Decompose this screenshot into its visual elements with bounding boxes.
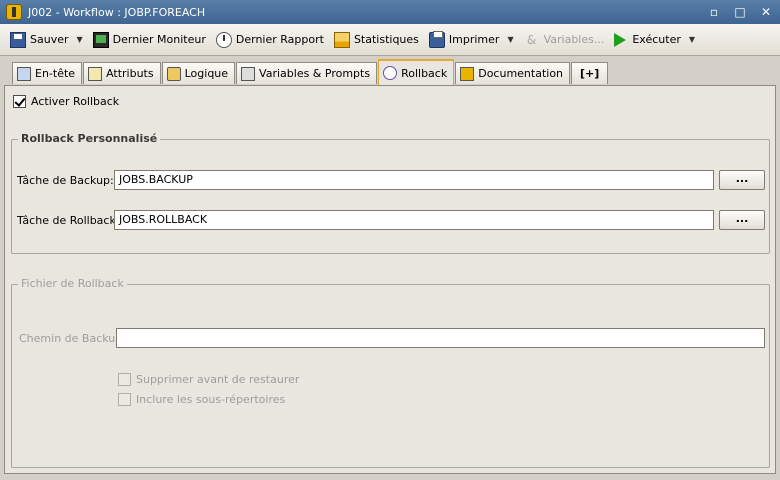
tab-rollback-label: Rollback <box>401 66 448 80</box>
window-controls: ▫ □ ✕ <box>706 4 774 20</box>
backup-path-input[interactable] <box>116 328 765 348</box>
statistics-button[interactable]: Statistiques <box>330 28 423 52</box>
tab-variables-prompts[interactable]: Variables & Prompts <box>236 62 378 84</box>
enable-rollback-checkbox[interactable] <box>13 95 26 108</box>
backup-browse-button[interactable]: ... <box>719 170 765 190</box>
delete-before-restore-checkbox[interactable] <box>118 373 131 386</box>
rollback-browse-button[interactable]: ... <box>719 210 765 230</box>
play-icon <box>614 32 627 47</box>
custom-rollback-legend: Rollback Personnalisé <box>18 132 161 145</box>
variables-icon: & <box>526 32 537 47</box>
delete-before-restore-label: Supprimer avant de restaurer <box>136 373 300 386</box>
print-label: Imprimer <box>448 33 500 46</box>
minimize-button[interactable]: ▫ <box>706 4 722 20</box>
attributes-icon <box>88 66 103 81</box>
tab-logic[interactable]: Logique <box>161 62 236 84</box>
add-tab-icon: [+] <box>580 67 600 80</box>
enable-rollback-label: Activer Rollback <box>31 95 120 108</box>
last-report-button[interactable]: Dernier Rapport <box>212 28 328 52</box>
header-icon <box>17 66 31 81</box>
variables-label: Variables... <box>543 33 605 46</box>
last-report-label: Dernier Rapport <box>235 33 324 46</box>
tab-documentation-label: Documentation <box>478 67 564 80</box>
tab-header-label: En-tête <box>35 67 76 80</box>
save-label: Sauver <box>30 33 69 46</box>
print-dropdown-arrow[interactable]: ▼ <box>507 35 513 44</box>
tab-bar: En-tête Attributs Logique Variables & Pr… <box>0 56 780 85</box>
printer-icon <box>428 30 445 48</box>
custom-rollback-group: Rollback Personnalisé Tâche de Backup: J… <box>11 132 770 254</box>
execute-label: Exécuter <box>632 33 681 46</box>
app-icon <box>6 4 22 20</box>
close-button[interactable]: ✕ <box>758 4 774 20</box>
execute-dropdown-arrow[interactable]: ▼ <box>689 35 695 44</box>
report-icon <box>215 31 232 48</box>
statistics-icon <box>333 31 350 48</box>
tab-documentation[interactable]: Documentation <box>455 62 571 84</box>
maximize-button[interactable]: □ <box>732 4 748 20</box>
title-bar: J002 - Workflow : JOBP.FOREACH ▫ □ ✕ <box>0 0 780 24</box>
backup-task-label: Tâche de Backup: <box>17 174 114 187</box>
logic-icon <box>166 66 181 81</box>
rollback-task-label: Tâche de Rollback: <box>17 214 120 227</box>
print-button[interactable]: Imprimer <box>425 28 504 52</box>
window-title: J002 - Workflow : JOBP.FOREACH <box>28 5 206 19</box>
tab-add[interactable]: [+] <box>571 62 609 84</box>
include-subdirs-label: Inclure les sous-répertoires <box>136 393 286 406</box>
backup-task-input[interactable]: JOBS.BACKUP <box>114 170 714 190</box>
tab-header[interactable]: En-tête <box>12 62 83 84</box>
backup-path-label: Chemin de Backup: <box>19 332 126 345</box>
tab-attributes-label: Attributs <box>106 67 154 80</box>
statistics-label: Statistiques <box>353 33 419 46</box>
tab-variables-label: Variables & Prompts <box>259 67 371 80</box>
save-button[interactable]: Sauver <box>6 28 73 52</box>
last-monitor-button[interactable]: Dernier Moniteur <box>89 28 210 52</box>
rollback-task-input[interactable]: JOBS.ROLLBACK <box>114 210 714 230</box>
execute-button[interactable]: Exécuter <box>610 28 685 52</box>
toolbar: Sauver ▼ Dernier Moniteur Dernier Rappor… <box>0 24 780 56</box>
rollback-file-legend: Fichier de Rollback <box>18 277 127 290</box>
rollback-file-group: Fichier de Rollback Chemin de Backup: Su… <box>11 277 770 468</box>
variables-tab-icon <box>241 66 256 81</box>
documentation-icon <box>460 66 475 81</box>
save-dropdown-arrow[interactable]: ▼ <box>77 35 83 44</box>
rollback-icon <box>383 66 398 80</box>
enable-rollback-row[interactable]: Activer Rollback <box>13 95 119 108</box>
tab-attributes[interactable]: Attributs <box>83 62 161 84</box>
tab-logic-label: Logique <box>184 67 229 80</box>
include-subdirs-row[interactable]: Inclure les sous-répertoires <box>118 393 285 406</box>
tab-rollback[interactable]: Rollback <box>378 59 455 85</box>
monitor-icon <box>92 31 109 48</box>
last-monitor-label: Dernier Moniteur <box>112 33 206 46</box>
save-icon <box>10 31 26 48</box>
rollback-panel: Activer Rollback Rollback Personnalisé T… <box>4 85 776 474</box>
variables-button[interactable]: & Variables... <box>520 28 609 52</box>
include-subdirs-checkbox[interactable] <box>118 393 131 406</box>
delete-before-restore-row[interactable]: Supprimer avant de restaurer <box>118 373 299 386</box>
